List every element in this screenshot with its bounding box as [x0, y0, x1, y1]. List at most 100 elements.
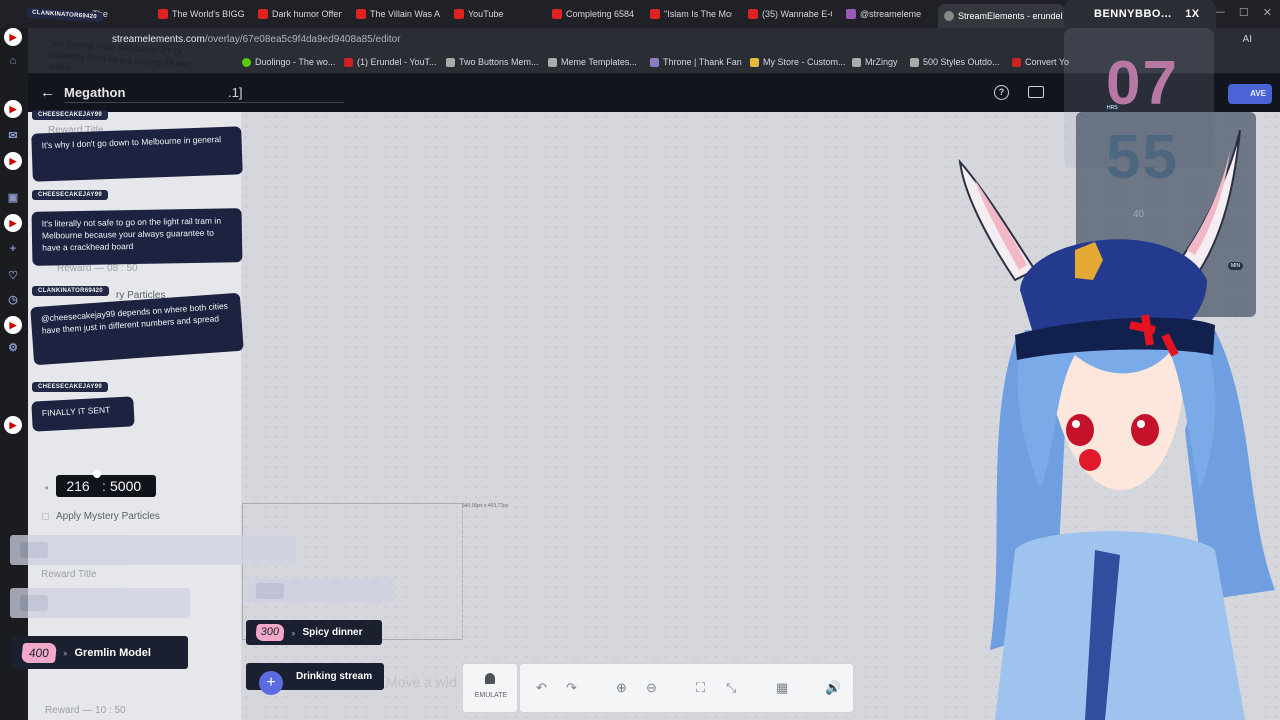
browser-tab[interactable]: YouTube — [454, 5, 538, 23]
reward-item[interactable]: 400 › › Gremlin Model — [12, 636, 188, 669]
volume-icon[interactable]: 🔊 — [825, 680, 841, 696]
tab-label: The World's BIGGE — [172, 9, 244, 19]
youtube-icon[interactable]: ▶ — [4, 100, 22, 118]
widget-guide — [462, 503, 510, 640]
reward-item[interactable]: 300 › › Spicy dinner — [246, 620, 382, 645]
throne-icon — [650, 57, 659, 67]
help-icon[interactable]: ? — [994, 85, 1009, 100]
zoom-out-icon[interactable]: ⊖ — [646, 680, 657, 696]
apply-mystery-checkbox[interactable] — [42, 513, 49, 520]
chat-username: CHEESECAKEJAY99 — [32, 190, 108, 200]
bookmark-item[interactable]: (1) Erundel - YouT... — [344, 57, 437, 67]
bookmark-item[interactable]: Throne | Thank Fan — [650, 57, 742, 67]
browser-tab[interactable]: The World's BIGGE — [158, 5, 244, 23]
undo-icon[interactable]: ↶ — [536, 680, 547, 696]
streamelements-icon — [944, 11, 954, 21]
reward-title-label: Reward Title — [41, 569, 97, 580]
youtube-icon[interactable]: ▶ — [4, 416, 22, 434]
chevrons-icon: › › — [291, 627, 295, 638]
tab-label: Completing 6584 — [566, 9, 634, 19]
maximize-icon[interactable]: ☐ — [1239, 6, 1249, 19]
browser-tab[interactable]: "Islam Is The Mos — [650, 5, 732, 23]
browser-tab[interactable]: Completing 6584 — [552, 5, 634, 23]
overlay-title[interactable]: Megathon — [64, 85, 125, 100]
tab-label: (35) Wannabe E-C — [762, 9, 832, 19]
save-button[interactable]: AVE — [1228, 84, 1272, 104]
youtube-icon — [552, 9, 562, 19]
youtube-icon[interactable]: ▶ — [4, 214, 22, 232]
goal-counter: 216 : 5000 — [56, 475, 156, 497]
exit-fullscreen-icon[interactable]: ⤡ — [726, 680, 736, 696]
tab-label: StreamElements - erundel — [958, 11, 1063, 21]
streamer-name: BENNYBBO... — [1094, 8, 1172, 20]
chat-username: CLANKINATOR69420 — [32, 286, 109, 296]
window-controls: — ☐ ✕ — [1214, 6, 1272, 19]
tab-label: "Islam Is The Mos — [664, 9, 732, 19]
bookmark-item[interactable]: Two Buttons Mem... — [446, 57, 539, 67]
reward-item-ghost — [10, 588, 190, 618]
title-underline — [64, 102, 344, 103]
redo-icon[interactable]: ↷ — [566, 680, 577, 696]
zoom-in-icon[interactable]: ⊕ — [616, 680, 627, 696]
counter-current: 216 — [66, 478, 90, 494]
add-widget-button[interactable]: + — [259, 671, 283, 695]
globe-icon — [548, 57, 557, 67]
chevrons-icon: › › — [63, 647, 67, 658]
chat-message: FINALLY IT SENT — [31, 396, 135, 432]
preview-monitor-icon[interactable] — [1028, 86, 1044, 98]
bookmark-item[interactable]: Duolingo - The wo... — [242, 57, 335, 67]
bookmark-item[interactable]: My Store - Custom... — [750, 57, 846, 67]
browser-tab[interactable]: The Villain Was A — [356, 5, 440, 23]
twitch-icon — [846, 9, 856, 19]
bookmark-item[interactable]: 500 Styles Outdo... — [910, 57, 1000, 67]
browser-tab[interactable]: Dark humor Offen — [258, 5, 342, 23]
url-path: /overlay/67e08ea5c9f4da9ed9408a85/editor — [204, 34, 401, 45]
tab-label: The Villain Was A — [370, 9, 440, 19]
counter-handle[interactable] — [93, 470, 101, 478]
counter-separator: : — [102, 478, 106, 494]
emulate-button[interactable]: EMULATE — [462, 663, 518, 713]
ai-button[interactable]: AI — [1243, 34, 1252, 45]
close-icon[interactable]: ✕ — [1263, 6, 1272, 19]
bookmark-item[interactable]: MrZingy — [852, 57, 898, 67]
bookmark-item[interactable]: Meme Templates... — [548, 57, 637, 67]
messenger-icon[interactable]: ✉ — [4, 126, 22, 144]
youtube-icon — [650, 9, 660, 19]
tab-label: Dark humor Offen — [272, 9, 342, 19]
tab-label: YouTube — [468, 9, 504, 19]
settings-icon[interactable]: ⚙ — [4, 338, 22, 356]
home-icon[interactable]: ⌂ — [4, 52, 22, 70]
hours-tag: HRS — [1104, 104, 1121, 112]
drag-icon[interactable]: ◂ — [44, 483, 48, 492]
tab-label: @streameleme — [860, 9, 922, 19]
browser-tab[interactable]: @streameleme — [846, 5, 930, 23]
overlay-title-tail: .1] — [228, 85, 243, 100]
reward-item-ghost — [10, 535, 296, 565]
youtube-icon[interactable]: ▶ — [4, 28, 22, 46]
youtube-icon — [1012, 57, 1021, 67]
grid-icon[interactable]: ▦ — [776, 680, 788, 696]
bookmark-item[interactable]: Convert Yo — [1012, 57, 1069, 67]
fullscreen-icon[interactable]: ⛶ — [696, 680, 705, 696]
heart-icon[interactable]: ♡ — [4, 266, 22, 284]
browser-tab[interactable]: (35) Wannabe E-C — [748, 5, 832, 23]
reward-name: Spicy dinner — [302, 627, 363, 638]
youtube-icon[interactable]: ▶ — [4, 316, 22, 334]
reward-cost-badge — [20, 542, 48, 558]
bookmark-label: Meme Templates... — [561, 57, 637, 67]
back-arrow-icon[interactable]: ← — [40, 84, 55, 101]
speed-label: 1X — [1185, 8, 1200, 20]
reward-cost-badge — [20, 595, 48, 611]
reward-cost-badge — [256, 582, 284, 599]
clock-icon[interactable]: ◷ — [4, 290, 22, 308]
browser-tab-active[interactable]: StreamElements - erundel — [938, 4, 1064, 28]
youtube-icon — [356, 9, 366, 19]
bookmark-label: Two Buttons Mem... — [459, 57, 539, 67]
reward-time-label: Reward — 10 : 50 — [45, 705, 126, 716]
chat-message: It's literally not safe to go on the lig… — [31, 208, 243, 266]
youtube-icon[interactable]: ▶ — [4, 152, 22, 170]
twitch-icon[interactable]: ▣ — [4, 188, 22, 206]
youtube-icon — [158, 9, 168, 19]
reward-cost-badge: 300 — [255, 624, 285, 641]
plus-icon[interactable]: + — [4, 240, 22, 258]
